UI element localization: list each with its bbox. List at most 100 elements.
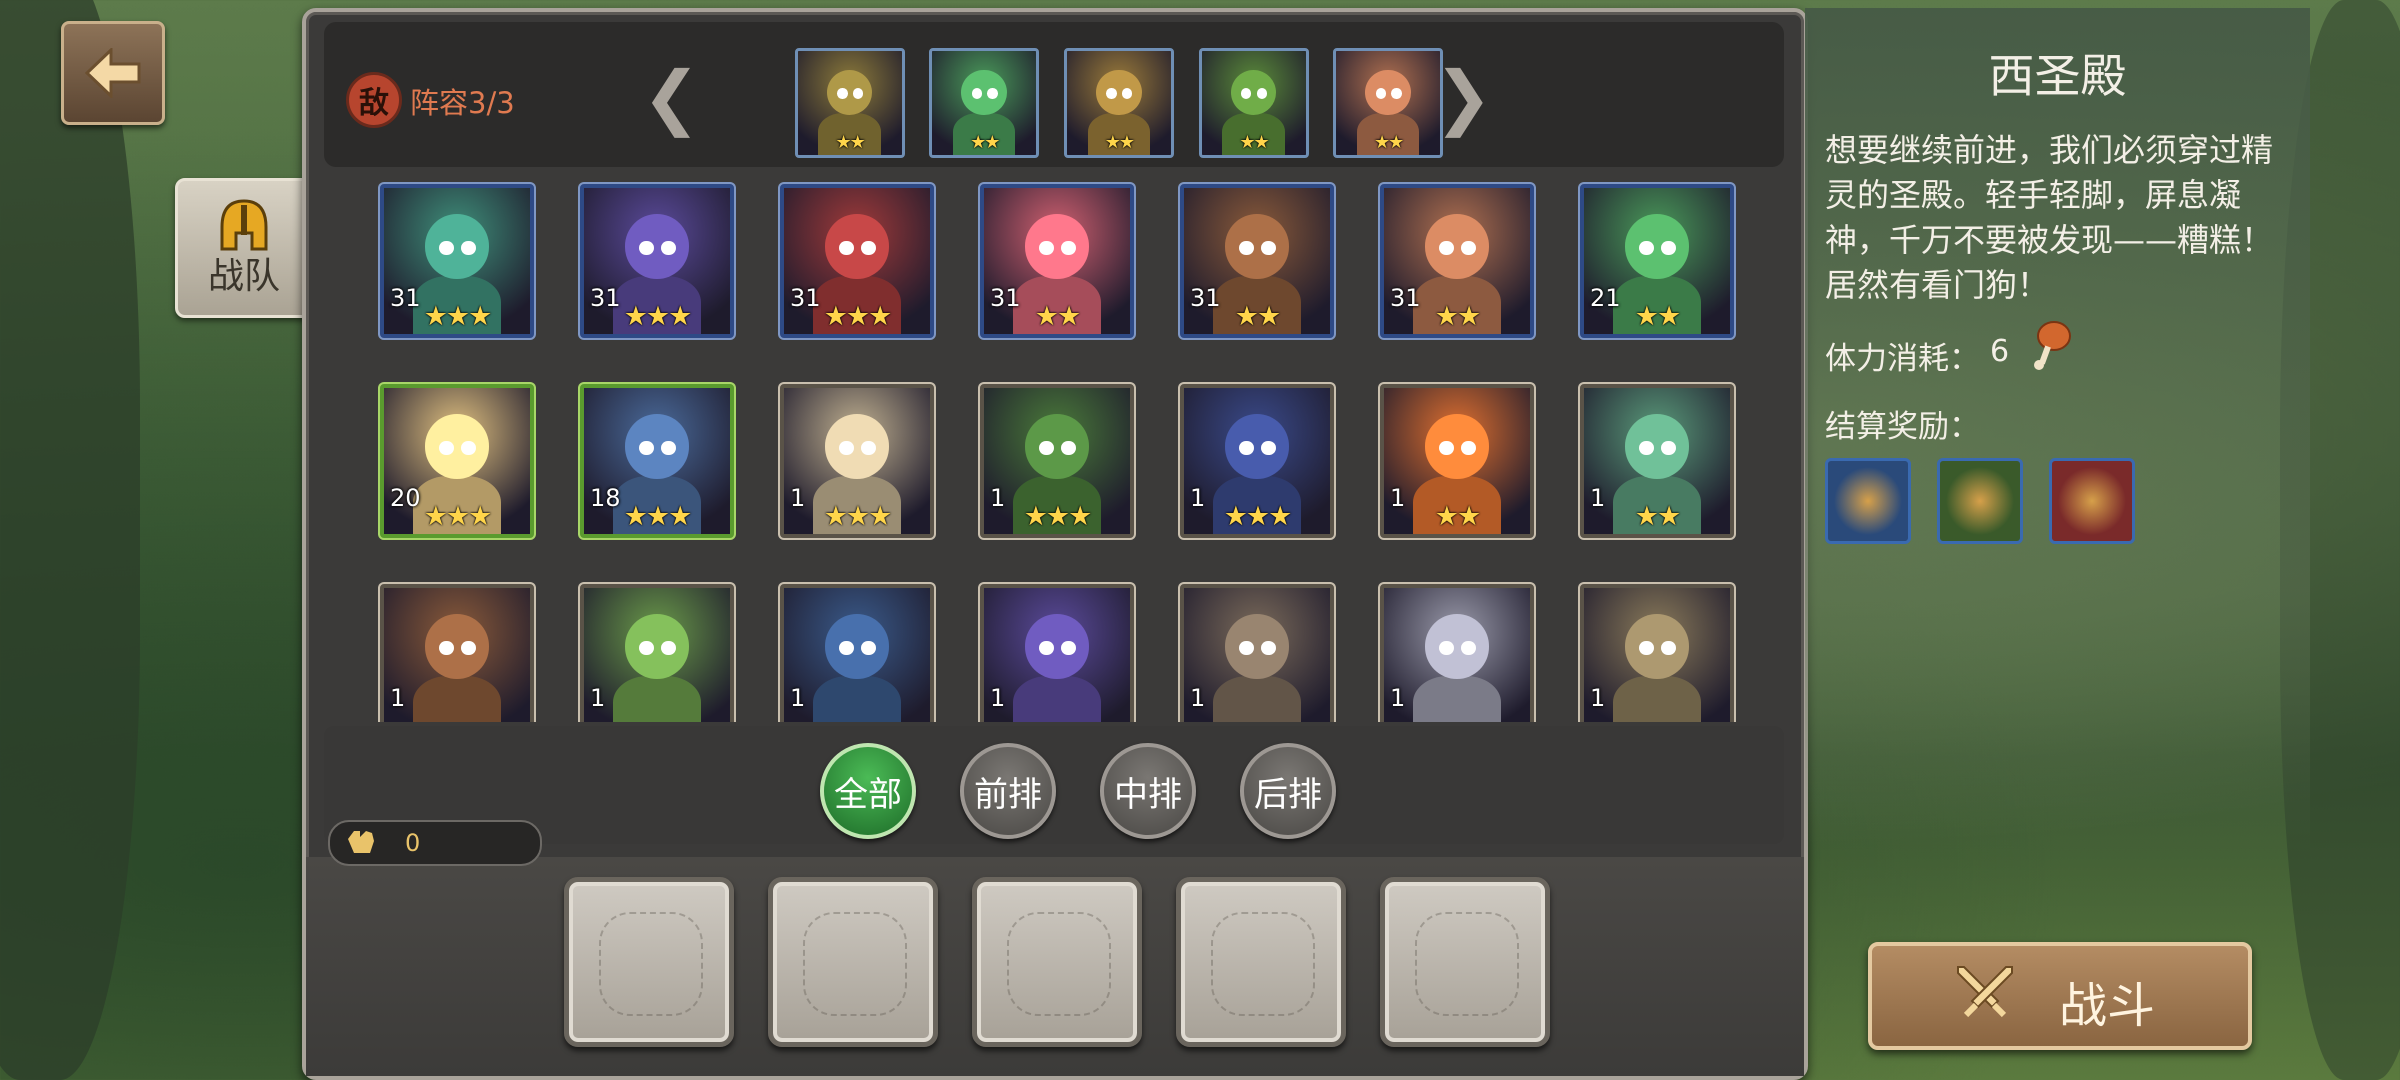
hero-card[interactable]: 1 <box>1580 584 1734 722</box>
team-power-value: 0 <box>405 829 421 857</box>
hero-portrait <box>1584 588 1730 722</box>
hero-card[interactable]: 1 <box>580 584 734 722</box>
hero-stars: ★★★ <box>823 301 893 332</box>
filter-button[interactable]: 中排 <box>1100 743 1196 839</box>
filter-button[interactable]: 全部 <box>820 743 916 839</box>
arrow-left-icon <box>84 48 141 98</box>
hero-eye <box>1661 440 1676 456</box>
hero-stars: ★★ <box>1634 301 1681 332</box>
hero-card[interactable]: 20 ★★★ <box>380 384 534 538</box>
hero-portrait <box>784 588 930 722</box>
hero-head <box>424 614 490 679</box>
amulet-icon[interactable] <box>1825 458 1911 544</box>
boots-icon[interactable] <box>1937 458 2023 544</box>
slot-ornament <box>599 912 703 1016</box>
hero-level: 1 <box>990 684 1006 712</box>
hero-eye <box>1661 240 1676 256</box>
hero-card[interactable]: 18 ★★★ <box>580 384 734 538</box>
hero-card[interactable]: 1 <box>780 584 934 722</box>
deploy-slot[interactable] <box>564 877 734 1047</box>
hero-stars: ★★★ <box>423 501 493 532</box>
hero-stars: ★★ <box>1434 301 1481 332</box>
back-button[interactable] <box>61 21 165 125</box>
hero-body <box>813 675 901 722</box>
hero-stars: ★★★ <box>823 501 893 532</box>
hero-head <box>424 414 490 479</box>
filter-button[interactable]: 后排 <box>1240 743 1336 839</box>
deploy-slot[interactable] <box>1380 877 1550 1047</box>
hero-eye <box>1039 440 1055 456</box>
hero-eye <box>1061 640 1076 656</box>
hero-portrait <box>384 588 530 722</box>
meat-icon <box>2034 321 2071 370</box>
deploy-slot[interactable] <box>972 877 1142 1047</box>
hero-card[interactable]: 31 ★★ <box>980 184 1134 338</box>
hero-eye <box>1661 640 1676 656</box>
hero-card[interactable]: 21 ★★ <box>1580 184 1734 338</box>
slot-ornament <box>1211 912 1315 1016</box>
hero-level: 1 <box>1390 684 1406 712</box>
hero-card[interactable]: 31 ★★★ <box>380 184 534 338</box>
hero-eye <box>839 440 855 456</box>
deploy-slot[interactable] <box>1176 877 1346 1047</box>
filter-button[interactable]: 前排 <box>960 743 1056 839</box>
hero-eye <box>1461 240 1476 256</box>
hero-head <box>1424 414 1490 479</box>
hero-card[interactable]: 31 ★★★ <box>780 184 934 338</box>
hero-body <box>1213 675 1301 722</box>
hero-card[interactable]: 1 <box>1180 584 1334 722</box>
hero-head <box>1224 214 1290 279</box>
hero-eye <box>1439 240 1455 256</box>
hero-body <box>1413 675 1501 722</box>
hero-eye <box>1639 240 1655 256</box>
deploy-slot[interactable] <box>768 877 938 1047</box>
hero-eye <box>661 440 676 456</box>
hero-head <box>424 214 490 279</box>
hero-eye <box>661 640 676 656</box>
hero-body <box>1613 675 1701 722</box>
slot-ornament <box>1415 912 1519 1016</box>
scroll-icon[interactable] <box>2049 458 2135 544</box>
fight-button-label: 战斗 <box>2059 978 2156 1034</box>
hero-eye <box>439 240 455 256</box>
hero-card[interactable]: 1 <box>980 584 1134 722</box>
hero-card[interactable]: 31 ★★ <box>1380 184 1534 338</box>
hero-eye <box>461 440 476 456</box>
hero-head <box>624 414 690 479</box>
hero-body <box>613 675 701 722</box>
hero-card[interactable]: 31 ★★★ <box>580 184 734 338</box>
hero-eye <box>439 640 455 656</box>
hero-head <box>624 214 690 279</box>
hero-eye <box>639 440 655 456</box>
hero-card[interactable]: 1 ★★★ <box>780 384 934 538</box>
hero-head <box>624 614 690 679</box>
fight-button[interactable]: 战斗 <box>1868 942 2252 1050</box>
hero-card[interactable]: 1 <box>1380 584 1534 722</box>
hero-head <box>1224 614 1290 679</box>
hero-stars: ★★★ <box>1023 501 1093 532</box>
hero-card[interactable]: 1 ★★★ <box>980 384 1134 538</box>
hero-stars: ★★ <box>1034 301 1081 332</box>
hero-card[interactable]: 1 ★★ <box>1380 384 1534 538</box>
reward-label: 结算奖励： <box>1825 409 1980 445</box>
hero-card[interactable]: 1 ★★ <box>1580 384 1734 538</box>
hero-card[interactable]: 1 ★★★ <box>1180 384 1334 538</box>
hero-eye <box>439 440 455 456</box>
hero-eye <box>639 640 655 656</box>
hero-portrait <box>984 588 1130 722</box>
hero-stars: ★★ <box>1434 501 1481 532</box>
hero-eye <box>461 240 476 256</box>
hero-eye <box>1239 440 1255 456</box>
hero-eye <box>1039 640 1055 656</box>
hero-stars: ★★★ <box>623 501 693 532</box>
hero-head <box>1624 614 1690 679</box>
hero-eye <box>1461 440 1476 456</box>
hero-grid: 31 ★★★ 31 ★★★ 31 ★★★ 31 ★★ 31 ★★ 31 ★★ 21 ★★ 20 ★★★ 18 ★★… <box>306 12 1804 722</box>
stage-title: 西圣殿 <box>1988 49 2127 103</box>
hero-eye <box>861 440 876 456</box>
tab-team[interactable]: 战队 <box>175 178 313 318</box>
hero-card[interactable]: 1 <box>380 584 534 722</box>
hero-card[interactable]: 31 ★★ <box>1180 184 1334 338</box>
hero-eye <box>1261 240 1276 256</box>
deploy-panel <box>306 857 1804 1076</box>
